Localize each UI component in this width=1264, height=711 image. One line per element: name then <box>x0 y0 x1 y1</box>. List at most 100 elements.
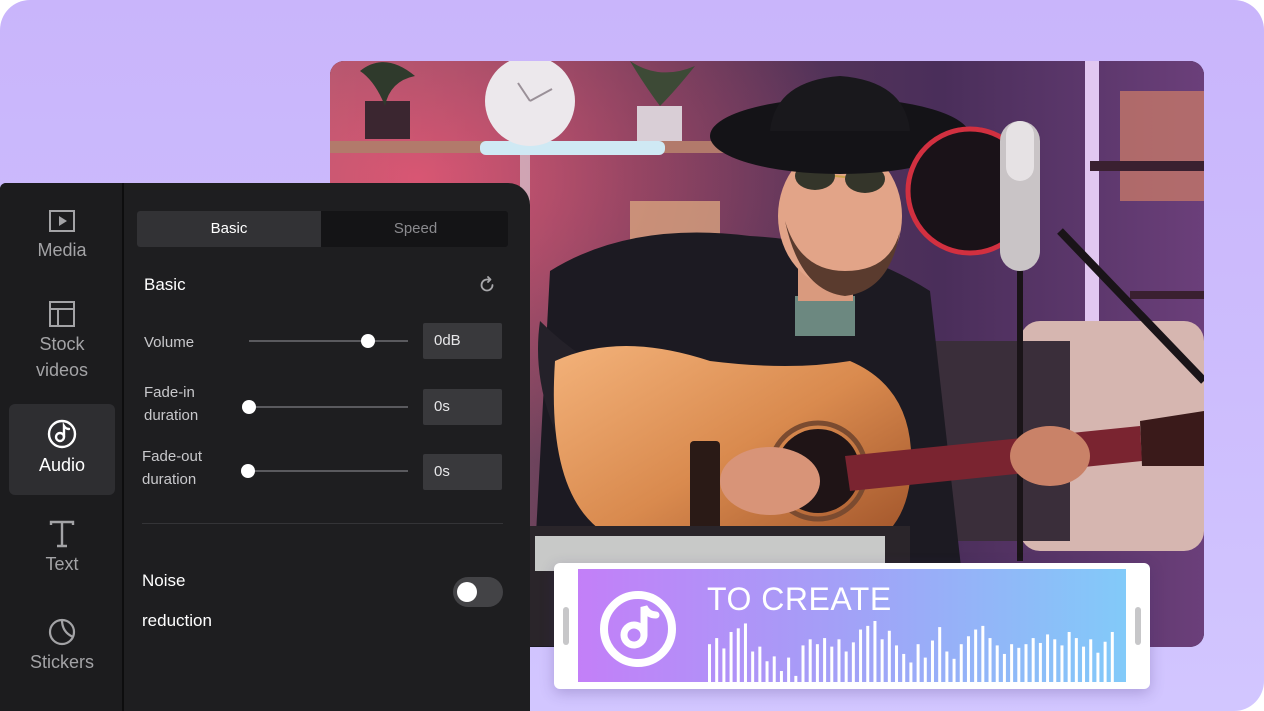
waveform-bar <box>966 636 970 682</box>
volume-value-field[interactable]: 0dB <box>423 323 502 359</box>
waveform-bar <box>945 651 949 682</box>
slider-thumb[interactable] <box>242 400 256 414</box>
waveform-bar <box>1038 642 1042 682</box>
waveform-bar <box>1002 653 1006 682</box>
waveform-bar <box>801 645 805 682</box>
waveform-bar <box>1110 631 1114 682</box>
fade-in-label-line: Fade-in <box>144 384 195 401</box>
sidebar-item-label: Media <box>37 240 87 260</box>
section-title-basic: Basic <box>144 275 186 294</box>
music-note-icon <box>47 419 77 449</box>
clip-trim-handle-left[interactable] <box>563 607 569 645</box>
clip-title: TO CREATE <box>707 581 892 617</box>
divider <box>142 523 503 524</box>
waveform-bar <box>952 658 956 682</box>
waveform-bar <box>729 631 733 682</box>
fade-out-slider[interactable] <box>241 464 408 478</box>
volume-slider[interactable] <box>249 334 408 348</box>
fade-in-label-line: duration <box>144 407 199 424</box>
waveform-bar <box>851 642 855 682</box>
slider-thumb[interactable] <box>241 464 255 478</box>
fade-in-slider[interactable] <box>242 400 408 414</box>
waveform-bar <box>765 661 769 682</box>
waveform-bar <box>909 662 913 682</box>
fade-in-value-field[interactable]: 0s <box>423 389 502 425</box>
slider-thumb[interactable] <box>361 334 376 348</box>
waveform-bar <box>743 623 747 682</box>
audio-waveform <box>708 621 1114 682</box>
waveform-bar <box>995 645 999 682</box>
waveform-bar <box>1067 631 1071 682</box>
slider-track <box>249 340 408 342</box>
waveform-bar <box>1074 638 1078 682</box>
reset-icon[interactable] <box>477 275 497 295</box>
waveform-bar <box>916 644 920 682</box>
tab-basic[interactable]: Basic <box>137 211 321 247</box>
sidebar-item-audio[interactable]: Audio <box>9 404 115 495</box>
slider-track <box>248 470 408 472</box>
sidebar-item-label: Stock <box>39 334 85 354</box>
layout-icon <box>49 301 75 327</box>
waveform-bar <box>974 629 978 682</box>
slider-track <box>249 406 408 408</box>
waveform-bar <box>1010 644 1014 682</box>
fade-out-value-field[interactable]: 0s <box>423 454 502 490</box>
waveform-bar <box>1053 639 1057 682</box>
fade-out-label: Fade-out duration <box>142 445 202 491</box>
waveform-bar <box>988 638 992 682</box>
waveform-bar <box>794 675 798 682</box>
toggle-knob <box>457 582 477 602</box>
sidebar-item-label: Stickers <box>29 652 94 672</box>
waveform-bar <box>1031 638 1035 682</box>
waveform-bar <box>758 646 762 682</box>
waveform-bar <box>887 630 891 682</box>
waveform-bar <box>1089 639 1093 682</box>
waveform-bar <box>981 625 985 682</box>
waveform-bar <box>815 644 819 682</box>
noise-reduction-toggle[interactable] <box>453 577 503 607</box>
sidebar: Media Stock videos Audio Text Stickers <box>0 183 124 711</box>
waveform-bar <box>1103 641 1107 682</box>
waveform-bar <box>808 639 812 682</box>
sidebar-item-label: videos <box>35 360 89 380</box>
sidebar-item-media[interactable]: Media <box>9 207 115 277</box>
editor-panel: Media Stock videos Audio Text Stickers B… <box>0 183 530 711</box>
waveform-bar <box>779 671 783 682</box>
tab-bar: Basic Speed <box>137 211 508 247</box>
fade-out-label-line: duration <box>142 471 197 488</box>
waveform-bar <box>837 639 841 682</box>
sidebar-item-label: Text <box>45 554 79 574</box>
sticker-icon <box>48 618 76 646</box>
tab-speed[interactable]: Speed <box>323 211 508 247</box>
waveform-bar <box>923 657 927 682</box>
waveform-bar <box>736 628 740 682</box>
audio-clip-card[interactable]: TO CREATE <box>554 563 1150 689</box>
waveform-bar <box>823 638 827 682</box>
waveform-bar <box>1046 634 1050 682</box>
sidebar-item-stock-videos[interactable]: Stock videos <box>9 299 115 389</box>
sidebar-item-text[interactable]: Text <box>9 519 115 583</box>
fade-out-label-line: Fade-out <box>142 448 203 465</box>
waveform-bar <box>1024 644 1028 682</box>
sidebar-item-label: Audio <box>38 455 86 475</box>
fade-in-label: Fade-in duration <box>144 381 198 427</box>
waveform-bar <box>930 640 934 682</box>
waveform-bar <box>715 638 719 682</box>
noise-label-line: Noise <box>142 571 186 590</box>
waveform-bar <box>751 651 755 682</box>
waveform-bar <box>1060 645 1064 682</box>
waveform-bar <box>830 646 834 682</box>
play-icon <box>49 210 75 232</box>
waveform-bar <box>873 621 877 682</box>
noise-label-line: reduction <box>142 611 212 630</box>
waveform-bar <box>1017 647 1021 682</box>
waveform-bar <box>708 644 711 682</box>
waveform-bar <box>787 657 791 682</box>
waveform-bar <box>902 653 906 682</box>
sidebar-item-stickers[interactable]: Stickers <box>9 617 115 681</box>
audio-clip-thumbnail: TO CREATE <box>578 569 1126 682</box>
waveform-bar <box>1082 646 1086 682</box>
waveform-bar <box>1096 652 1100 682</box>
clip-trim-handle-right[interactable] <box>1135 607 1141 645</box>
volume-label: Volume <box>144 334 195 351</box>
